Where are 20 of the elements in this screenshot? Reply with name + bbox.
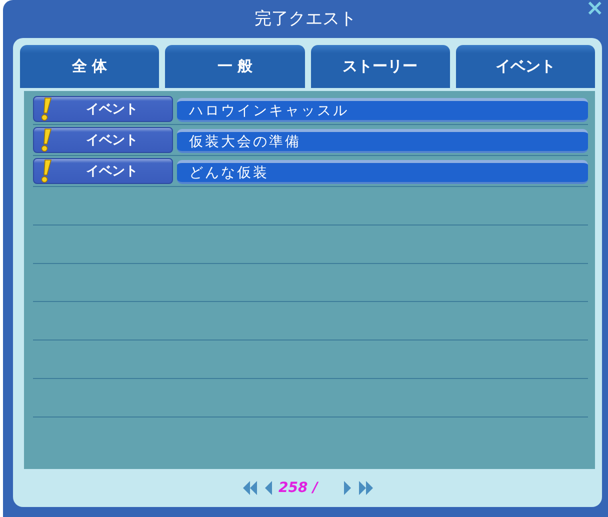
- quest-title[interactable]: 仮装大会の準備: [177, 129, 588, 153]
- first-page-icon[interactable]: [242, 480, 258, 496]
- exclamation-icon: [40, 128, 52, 152]
- quest-title[interactable]: どんな仮装: [177, 160, 588, 184]
- category-tab[interactable]: ストーリー: [310, 45, 450, 88]
- category-badge[interactable]: イベント: [33, 127, 173, 153]
- quest-title[interactable]: ハロウインキャッスル: [177, 98, 588, 122]
- next-page-icon[interactable]: [342, 480, 352, 496]
- category-tab[interactable]: イベント: [456, 45, 595, 88]
- category-badge[interactable]: イベント: [33, 158, 173, 184]
- exclamation-icon: [40, 159, 52, 183]
- previous-page-icon[interactable]: [264, 480, 272, 496]
- window-title: 完了クエスト: [254, 8, 356, 30]
- category-tab[interactable]: 一 般: [165, 45, 304, 88]
- exclamation-icon: [40, 97, 52, 121]
- category-badge[interactable]: イベント: [33, 96, 173, 122]
- last-page-icon[interactable]: [358, 480, 374, 496]
- page-number: 258 /: [278, 480, 320, 496]
- category-tab[interactable]: 全 体: [20, 45, 160, 88]
- close-button[interactable]: ×: [586, 0, 604, 21]
